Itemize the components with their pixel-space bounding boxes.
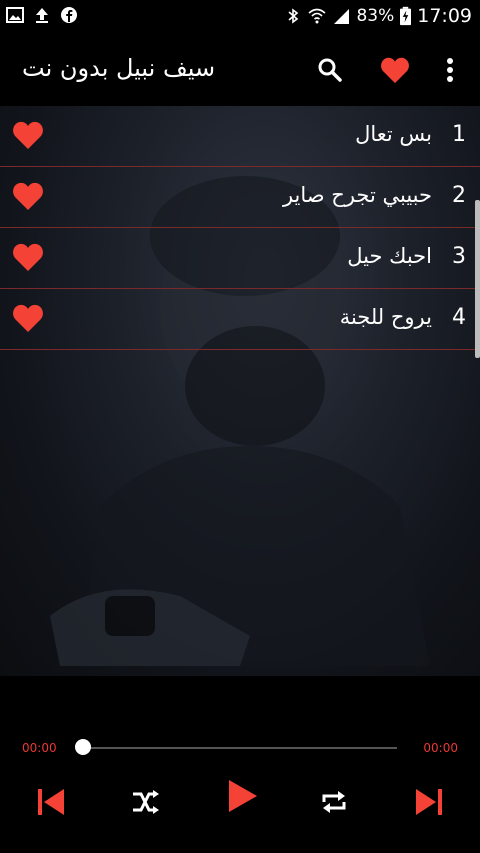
signal-icon <box>334 9 350 24</box>
player-bar: 00:00 00:00 <box>0 676 480 853</box>
song-title: يروح للجنة <box>339 305 432 329</box>
skip-next-icon <box>416 789 442 815</box>
clock: 17:09 <box>417 5 472 27</box>
play-button[interactable] <box>220 774 264 818</box>
shuffle-icon <box>133 790 159 814</box>
song-number: 1 <box>452 122 466 147</box>
play-icon <box>229 780 257 812</box>
image-icon <box>6 7 24 23</box>
total-time: 00:00 <box>423 741 458 755</box>
skip-previous-icon <box>38 789 64 815</box>
app-bar: سيف نبيل بدون نت <box>0 34 480 106</box>
search-button[interactable] <box>312 52 348 88</box>
upload-icon <box>36 8 48 23</box>
next-button[interactable] <box>407 780 451 824</box>
app-title: سيف نبيل بدون نت <box>22 54 216 82</box>
scrollbar-thumb[interactable] <box>475 200 480 358</box>
song-title: حبيبي تجرح صاير <box>282 183 432 207</box>
repeat-button[interactable] <box>312 780 356 824</box>
repeat-icon <box>322 791 346 813</box>
previous-button[interactable] <box>29 780 73 824</box>
wifi-icon <box>308 8 326 24</box>
heart-icon <box>381 57 409 84</box>
song-number: 3 <box>452 244 466 269</box>
favorite-heart-icon[interactable] <box>12 120 44 150</box>
battery-icon <box>400 6 412 26</box>
favorite-heart-icon[interactable] <box>12 242 44 272</box>
list-item[interactable]: 2 حبيبي تجرح صاير <box>0 167 480 228</box>
seek-thumb[interactable] <box>75 739 91 755</box>
song-number: 2 <box>452 183 466 208</box>
search-icon <box>318 58 342 82</box>
seek-bar[interactable] <box>83 747 397 749</box>
song-title: احبك حيل <box>347 244 432 268</box>
song-title: بس تعال <box>355 122 432 146</box>
song-number: 4 <box>452 305 466 330</box>
bluetooth-icon <box>288 8 299 24</box>
status-bar: 83% 17:09 <box>0 0 480 34</box>
more-vert-icon <box>447 58 453 82</box>
current-time: 00:00 <box>22 741 57 755</box>
list-item[interactable]: 1 بس تعال <box>0 106 480 167</box>
song-list: 1 بس تعال 2 حبيبي تجرح صاير 3 احبك حيل 4… <box>0 106 480 350</box>
favorites-button[interactable] <box>377 52 413 88</box>
favorite-heart-icon[interactable] <box>12 303 44 333</box>
battery-percent: 83% <box>356 6 395 26</box>
favorite-heart-icon[interactable] <box>12 181 44 211</box>
more-options-button[interactable] <box>432 52 468 88</box>
shuffle-button[interactable] <box>123 780 167 824</box>
list-item[interactable]: 3 احبك حيل <box>0 228 480 289</box>
list-item[interactable]: 4 يروح للجنة <box>0 289 480 350</box>
facebook-icon <box>61 7 77 23</box>
